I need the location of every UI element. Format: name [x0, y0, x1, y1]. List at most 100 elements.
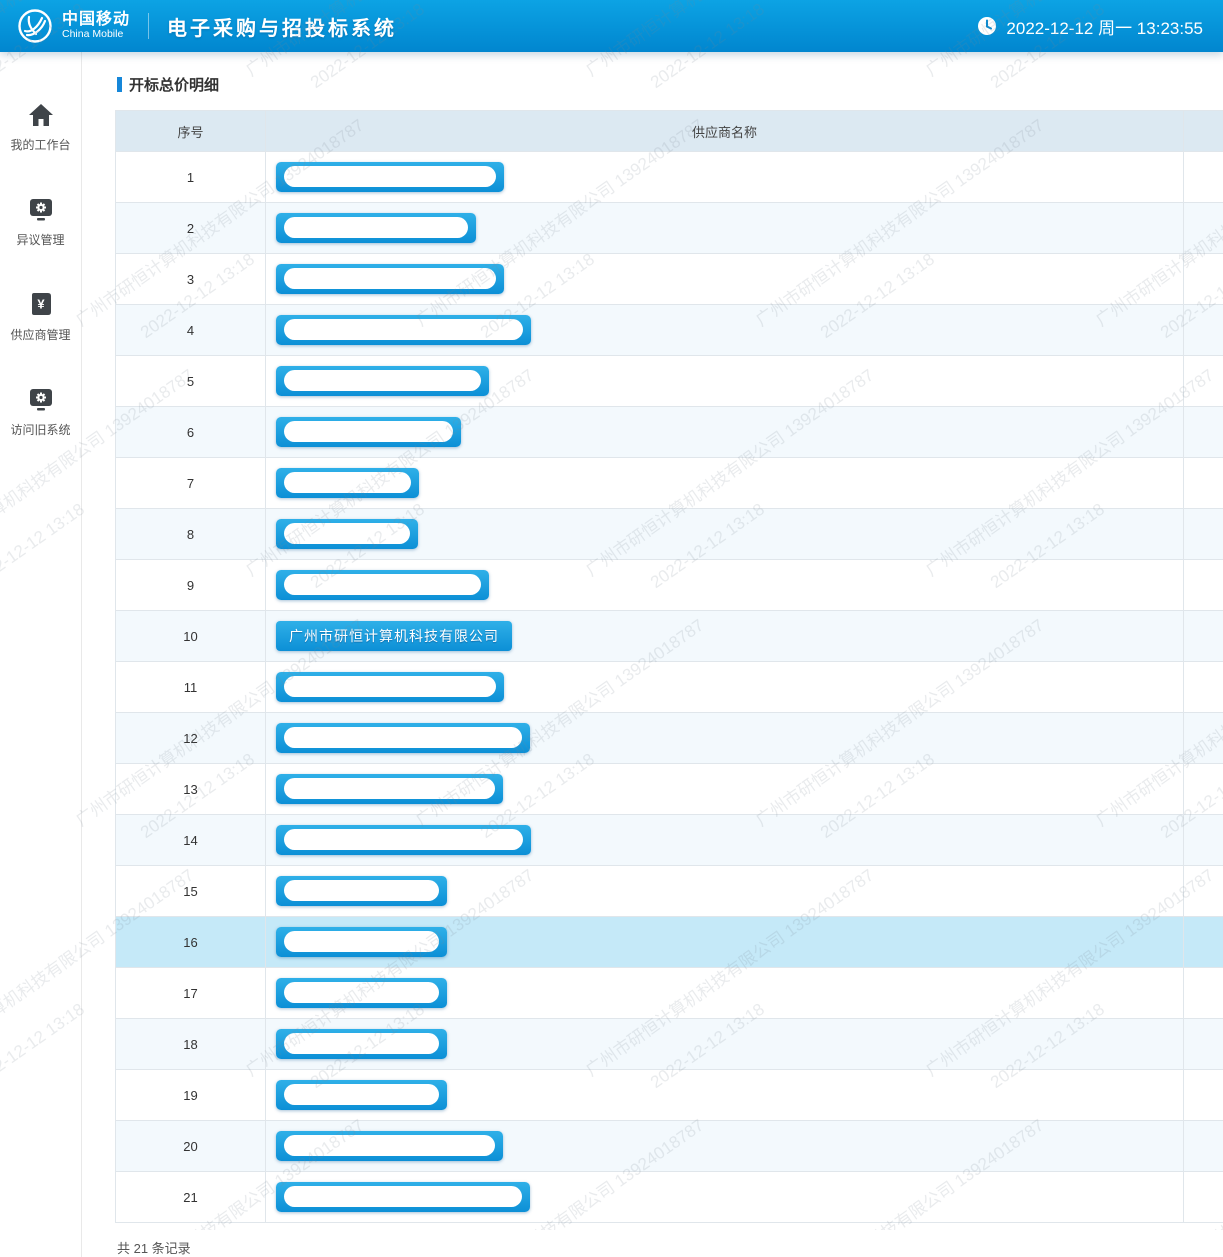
redaction-mask: [284, 421, 453, 442]
supplier-name-redacted-pill[interactable]: [276, 417, 461, 447]
row-number: 15: [116, 866, 266, 917]
redaction-mask: [284, 370, 481, 391]
supplier-cell: [266, 152, 1184, 203]
sidebar-item-objection[interactable]: 异议管理: [0, 197, 81, 248]
redaction-mask: [284, 472, 411, 493]
redaction-mask: [284, 676, 496, 697]
supplier-cell: [266, 509, 1184, 560]
row-number: 2: [116, 203, 266, 254]
supplier-name-redacted-pill[interactable]: [276, 723, 530, 753]
supplier-cell: [266, 1070, 1184, 1121]
sidebar-item-supplier[interactable]: ¥ 供应商管理: [0, 292, 81, 343]
table-row: 14: [116, 815, 1223, 866]
supplier-cell: [266, 713, 1184, 764]
supplier-name-redacted-pill[interactable]: [276, 672, 504, 702]
supplier-table-body: 12345678910广州市研恒计算机科技有限公司111213141516171…: [116, 152, 1223, 1223]
supplier-cell: [266, 1121, 1184, 1172]
table-row: 10 广州市研恒计算机科技有限公司: [116, 611, 1223, 662]
row-number: 7: [116, 458, 266, 509]
table-row: 4: [116, 305, 1223, 356]
supplier-name-redacted-pill[interactable]: [276, 1080, 447, 1110]
redaction-mask: [284, 1033, 439, 1054]
row-number: 8: [116, 509, 266, 560]
row-number: 13: [116, 764, 266, 815]
row-number: 9: [116, 560, 266, 611]
supplier-table: 序号 供应商名称 12345678910广州市研恒计算机科技有限公司111213…: [115, 110, 1223, 1223]
supplier-name-redacted-pill[interactable]: [276, 825, 531, 855]
redaction-mask: [284, 268, 496, 289]
title-bullet: [117, 77, 122, 92]
row-number: 14: [116, 815, 266, 866]
supplier-name-redacted-pill[interactable]: [276, 213, 476, 243]
sidebar-item-label: 访问旧系统: [10, 421, 70, 438]
redaction-mask: [284, 727, 522, 748]
supplier-name-redacted-pill[interactable]: [276, 264, 504, 294]
supplier-name-redacted-pill[interactable]: [276, 519, 418, 549]
row-extra-cell: [1184, 1172, 1223, 1223]
redaction-mask: [284, 523, 410, 544]
supplier-name-redacted-pill[interactable]: [276, 927, 447, 957]
redaction-mask: [284, 1135, 495, 1156]
table-row: 2: [116, 203, 1223, 254]
monitor-gear-icon: [27, 387, 55, 413]
row-extra-cell: [1184, 560, 1223, 611]
row-number: 11: [116, 662, 266, 713]
redaction-mask: [284, 829, 523, 850]
table-row: 12: [116, 713, 1223, 764]
row-extra-cell: [1184, 509, 1223, 560]
china-mobile-logo-icon: [16, 7, 54, 45]
main-content: 开标总价明细 序号 供应商名称 12345678910广州市研恒计算机科技有限公…: [82, 52, 1223, 1257]
sidebar-item-legacy-system[interactable]: 访问旧系统: [0, 387, 81, 438]
sidebar-item-workbench[interactable]: 我的工作台: [0, 102, 81, 153]
supplier-name-redacted-pill[interactable]: [276, 978, 447, 1008]
supplier-cell: [266, 662, 1184, 713]
column-header-extra: [1184, 111, 1223, 152]
supplier-name-redacted-pill[interactable]: [276, 315, 531, 345]
table-row: 15: [116, 866, 1223, 917]
supplier-name-redacted-pill[interactable]: [276, 1182, 530, 1212]
supplier-cell: [266, 407, 1184, 458]
table-row: 13: [116, 764, 1223, 815]
row-extra-cell: [1184, 764, 1223, 815]
monitor-gear-icon: [27, 197, 55, 223]
supplier-name-redacted-pill[interactable]: [276, 570, 489, 600]
supplier-cell: [266, 458, 1184, 509]
supplier-cell: [266, 356, 1184, 407]
header-datetime: 2022-12-12 周一 13:23:55: [1006, 14, 1203, 39]
supplier-name-redacted-pill[interactable]: [276, 876, 447, 906]
row-number: 19: [116, 1070, 266, 1121]
table-row: 1: [116, 152, 1223, 203]
table-row: 16: [116, 917, 1223, 968]
table-row: 6: [116, 407, 1223, 458]
row-number: 20: [116, 1121, 266, 1172]
row-number: 5: [116, 356, 266, 407]
supplier-book-icon: ¥: [28, 292, 54, 318]
row-extra-cell: [1184, 815, 1223, 866]
supplier-cell: [266, 917, 1184, 968]
redaction-mask: [284, 217, 468, 238]
supplier-name-redacted-pill[interactable]: [276, 774, 503, 804]
redaction-mask: [284, 1084, 439, 1105]
supplier-cell: [266, 1172, 1184, 1223]
supplier-name-redacted-pill[interactable]: [276, 366, 489, 396]
row-number: 4: [116, 305, 266, 356]
column-header-supplier-name: 供应商名称: [266, 111, 1184, 152]
row-number: 6: [116, 407, 266, 458]
table-row: 20: [116, 1121, 1223, 1172]
column-header-index: 序号: [116, 111, 266, 152]
supplier-name-redacted-pill[interactable]: [276, 1131, 503, 1161]
row-number: 10: [116, 611, 266, 662]
row-extra-cell: [1184, 611, 1223, 662]
row-number: 17: [116, 968, 266, 1019]
clock-icon: [977, 16, 997, 36]
supplier-name-redacted-pill[interactable]: [276, 162, 504, 192]
supplier-name-redacted-pill[interactable]: [276, 468, 419, 498]
supplier-name-button[interactable]: 广州市研恒计算机科技有限公司: [276, 621, 512, 651]
row-extra-cell: [1184, 254, 1223, 305]
sidebar-item-label: 异议管理: [16, 231, 64, 248]
row-extra-cell: [1184, 407, 1223, 458]
table-header-row: 序号 供应商名称: [116, 111, 1223, 152]
row-number: 16: [116, 917, 266, 968]
table-row: 18: [116, 1019, 1223, 1070]
supplier-name-redacted-pill[interactable]: [276, 1029, 447, 1059]
